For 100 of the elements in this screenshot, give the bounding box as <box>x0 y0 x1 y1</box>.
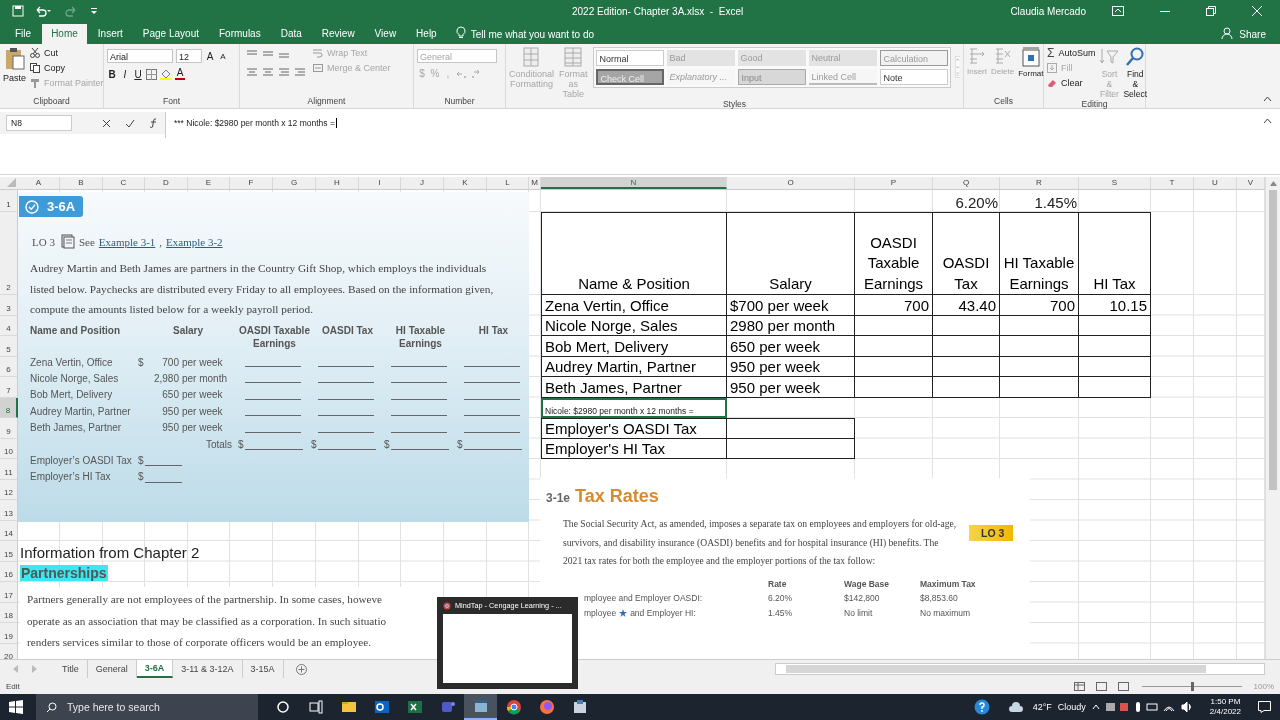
view-buttons-icon[interactable] <box>1073 681 1130 691</box>
column-header[interactable]: A <box>18 177 60 189</box>
font-name-field[interactable]: Arial <box>107 49 173 63</box>
autosum-button[interactable]: Σ AutoSum <box>1047 47 1096 59</box>
column-header[interactable]: B <box>60 177 103 189</box>
enter-icon[interactable] <box>125 118 135 128</box>
user-name[interactable]: Claudia Mercado <box>1010 5 1086 17</box>
row-header[interactable]: 6 <box>0 356 18 377</box>
vertical-scrollbar[interactable] <box>1265 177 1280 659</box>
column-header[interactable]: L <box>487 177 529 189</box>
save-icon[interactable] <box>12 5 24 17</box>
paste-button[interactable]: Paste <box>3 47 26 83</box>
ribbon-tab[interactable]: Formulas <box>210 24 270 44</box>
column-header[interactable]: P <box>855 177 933 189</box>
ribbon-display-icon[interactable] <box>1112 6 1124 16</box>
column-header[interactable]: O <box>727 177 855 189</box>
collapse-formula-icon[interactable] <box>1263 118 1272 124</box>
ribbon-tab[interactable]: Help <box>407 24 446 44</box>
example-link[interactable]: Example 3-2 <box>166 235 223 248</box>
row-header[interactable]: 7 <box>0 377 18 398</box>
collapse-ribbon-icon[interactable] <box>1263 96 1272 102</box>
formula-field[interactable]: *** Nicole: $2980 per month x 12 months = <box>165 112 1263 138</box>
column-header[interactable]: G <box>273 177 316 189</box>
zoom-slider-thumb[interactable] <box>1190 681 1194 691</box>
ribbon-tab[interactable]: View <box>365 24 406 44</box>
borders-icon[interactable] <box>146 68 157 80</box>
row-header[interactable]: 3 <box>0 295 18 316</box>
row-header[interactable]: 17 <box>0 582 18 603</box>
ribbon-tab[interactable]: File <box>6 24 41 44</box>
column-header[interactable]: F <box>230 177 273 189</box>
row-header[interactable]: 9 <box>0 418 18 439</box>
column-header[interactable]: J <box>401 177 444 189</box>
clock-date[interactable]: 2/4/2022 <box>1209 707 1241 717</box>
row-header[interactable]: 15 <box>0 541 18 562</box>
fill-color-icon[interactable] <box>160 68 172 80</box>
taskbar-search-field[interactable]: Type here to search <box>36 694 258 720</box>
windows-start-icon[interactable] <box>9 700 23 714</box>
cancel-icon[interactable] <box>102 118 111 128</box>
column-header[interactable]: D <box>145 177 188 189</box>
restore-icon[interactable] <box>1206 6 1216 16</box>
insert-function-icon[interactable] <box>149 118 159 128</box>
close-icon[interactable] <box>1252 6 1262 16</box>
cell-style[interactable]: Note <box>879 69 948 85</box>
cut-button[interactable]: Cut <box>30 47 104 59</box>
column-header[interactable]: R <box>1000 177 1079 189</box>
font-style-button[interactable]: I <box>120 68 130 80</box>
shrink-font-button[interactable]: A <box>218 51 228 61</box>
help-icon[interactable] <box>973 699 990 715</box>
row-header[interactable]: 14 <box>0 520 18 541</box>
cloud-icon[interactable] <box>1007 701 1024 713</box>
row-header[interactable]: 8 <box>0 397 18 418</box>
undo-icon[interactable] <box>34 5 52 17</box>
column-header[interactable]: T <box>1151 177 1194 189</box>
example-link[interactable]: Example 3-1 <box>98 235 156 248</box>
horizontal-scrollbar[interactable] <box>775 663 1265 675</box>
grow-font-button[interactable]: A <box>205 50 215 62</box>
font-style-button[interactable]: B <box>107 68 117 80</box>
row-header[interactable]: 2 <box>0 212 18 295</box>
share-button[interactable]: Share <box>1239 24 1266 44</box>
row-header[interactable]: 12 <box>0 479 18 500</box>
notification-icon[interactable] <box>1258 701 1271 713</box>
row-header[interactable]: 19 <box>0 623 18 644</box>
clock-time[interactable]: 1:50 PM <box>1210 697 1241 707</box>
ribbon-tab[interactable]: Insert <box>88 24 132 44</box>
row-header[interactable]: 5 <box>0 336 18 357</box>
clear-button[interactable]: Clear <box>1047 77 1096 89</box>
ribbon-tab[interactable]: Review <box>312 24 364 44</box>
column-header[interactable]: N <box>541 177 727 189</box>
row-header[interactable]: 16 <box>0 561 18 582</box>
column-header[interactable]: S <box>1079 177 1151 189</box>
scroll-up-icon[interactable] <box>1269 181 1277 186</box>
customize-caret-icon[interactable] <box>90 6 98 16</box>
row-header[interactable]: 4 <box>0 315 18 336</box>
row-header[interactable]: 1 <box>0 190 18 212</box>
ribbon-tab[interactable]: Page Layout <box>133 24 208 44</box>
ribbon-tab[interactable]: Data <box>271 24 311 44</box>
row-header[interactable]: 11 <box>0 459 18 480</box>
row-header[interactable]: 18 <box>0 602 18 623</box>
copy-button[interactable]: Copy <box>30 62 104 74</box>
column-header[interactable]: E <box>188 177 230 189</box>
font-style-button[interactable]: U <box>133 68 143 80</box>
add-sheet-icon[interactable] <box>295 663 307 675</box>
row-header[interactable]: 13 <box>0 500 18 521</box>
tell-me-field[interactable]: Tell me what you want to do <box>470 24 595 44</box>
column-header[interactable]: H <box>316 177 359 189</box>
cells-button[interactable]: Format <box>1018 47 1044 78</box>
column-header[interactable]: U <box>1194 177 1237 189</box>
column-header[interactable]: C <box>103 177 145 189</box>
column-header[interactable]: K <box>444 177 487 189</box>
column-header[interactable]: I <box>359 177 401 189</box>
sheet-tab[interactable]: 3-6A <box>136 660 174 678</box>
weather-condition[interactable]: Cloudy <box>1057 702 1086 712</box>
find-select-button[interactable]: Find & Select <box>1123 47 1148 99</box>
font-size-field[interactable]: 12 <box>176 49 202 63</box>
column-header[interactable]: Q <box>933 177 1000 189</box>
active-cell[interactable]: Nicole: $2980 per month x 12 months = <box>541 397 727 418</box>
cell-style[interactable]: Normal <box>595 50 664 66</box>
name-box[interactable]: N8 <box>6 115 72 131</box>
temperature[interactable]: 42°F <box>1032 702 1052 712</box>
row-header[interactable]: 10 <box>0 438 18 459</box>
